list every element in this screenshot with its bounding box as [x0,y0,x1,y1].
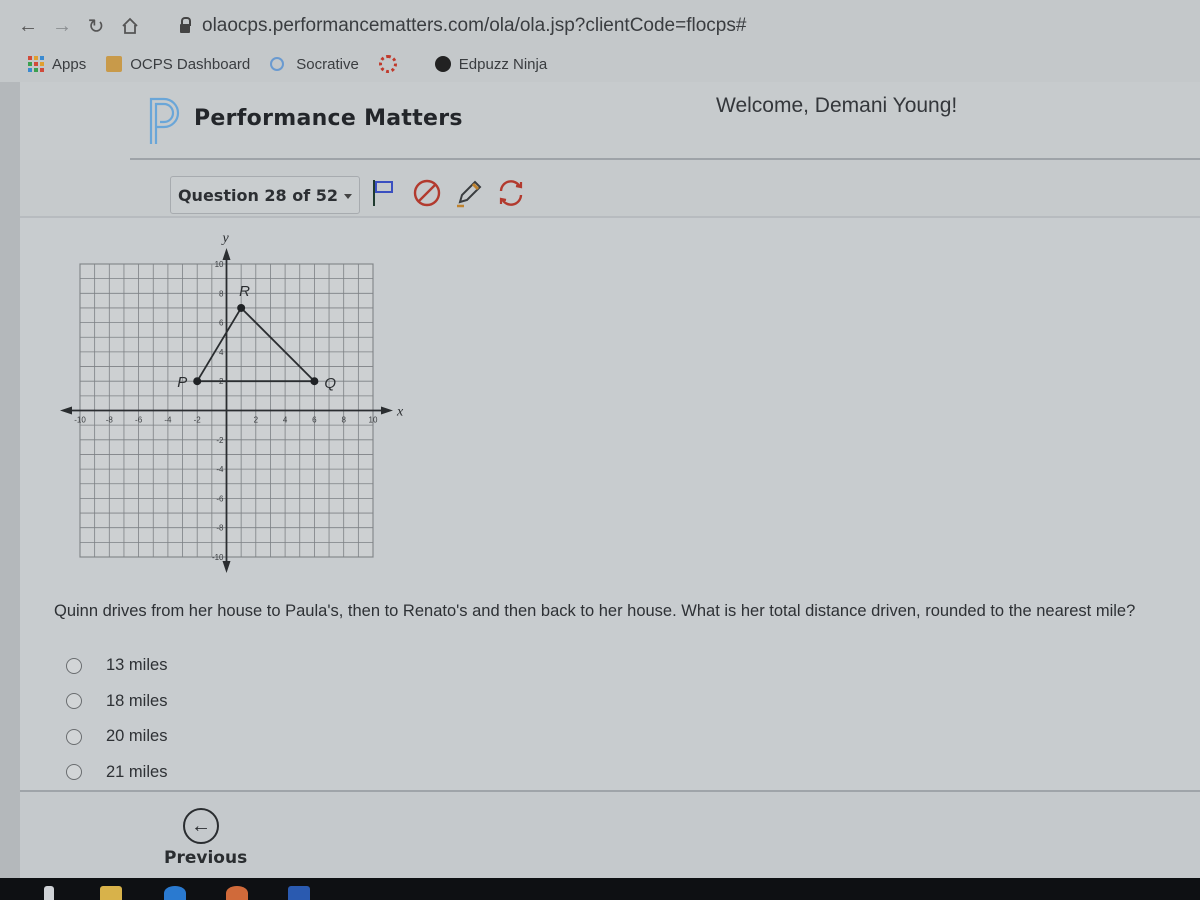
bookmark-label: Socrative [296,55,359,73]
choice-label: 21 miles [106,762,168,781]
y-tick-label: -4 [216,465,224,474]
welcome-message: Welcome, Demani Young! [716,94,958,117]
performance-matters-logo-icon [149,97,180,144]
radio-button[interactable] [66,657,82,674]
x-tick-label: -2 [194,416,202,425]
windows-start-icon[interactable] [44,886,54,900]
answer-choices: 13 miles 18 miles 20 miles 21 miles [66,648,167,790]
bookmark-label: Edpuzz Ninja [458,55,548,73]
home-icon [122,17,138,34]
caret-down-icon [344,193,353,199]
answer-choice[interactable]: 18 miles [66,684,167,720]
word-app-icon[interactable] [288,886,310,900]
x-axis-arrow-right [381,406,393,415]
brand-title: Performance Matters [194,106,463,131]
answer-choice[interactable]: 13 miles [66,648,167,684]
point-q [310,377,319,386]
address-bar[interactable]: olaocps.performancematters.com/ola/ola.j… [180,15,746,37]
radio-button[interactable] [66,728,82,745]
bookmark-apps[interactable]: Apps [28,56,86,73]
home-button[interactable] [116,12,144,40]
y-tick-label: 4 [219,348,224,357]
bookmarks-bar: Apps OCPS Dashboard Socrative Edpuzz Nin… [0,50,1200,78]
arrow-right-icon: → [52,14,72,37]
arrow-left-icon: ← [18,14,38,37]
reload-button[interactable]: ↻ [82,12,110,40]
point-r [237,303,246,312]
browser-chrome: ← → ↻ olaocps.performancematters.com/ola… [0,0,1200,82]
socrative-icon [270,57,285,71]
refresh-icon[interactable] [494,176,528,210]
browser-nav-row: ← → ↻ olaocps.performancematters.com/ola… [0,8,1200,44]
y-axis-arrow-up [222,248,231,260]
chrome-app-icon[interactable] [226,886,248,900]
reload-icon: ↻ [87,15,105,38]
coordinate-plane: xy-10-8-6-4-2246810108642-2-4-6-8-10PRQ [60,231,404,573]
y-tick-label: -2 [216,436,224,445]
bookmark-edpuzz-ninja[interactable]: Edpuzz Ninja [434,55,548,73]
radio-button[interactable] [66,764,82,781]
choice-label: 20 miles [106,727,168,746]
point-label-p: P [177,374,187,391]
y-tick-label: 8 [219,289,224,298]
question-text: Quinn drives from her house to Paula's, … [54,602,1136,620]
question-selector-label: Question 28 of 52 [177,185,339,205]
bookmark-ring-icon [378,55,397,73]
ocps-icon [106,56,123,72]
tool-icons [368,176,528,210]
y-tick-label: -10 [212,553,224,562]
x-tick-label: 10 [369,416,378,425]
y-tick-label: -8 [216,524,224,533]
x-tick-label: 4 [283,416,288,425]
answer-choice[interactable]: 21 miles [66,755,167,791]
y-tick-label: 10 [215,260,224,269]
bookmark-socrative[interactable]: Socrative [270,56,359,73]
x-tick-label: 6 [312,416,317,425]
answer-choice[interactable]: 20 miles [66,719,167,755]
x-axis-label: x [396,405,404,420]
bookmark-label: OCPS Dashboard [130,55,251,73]
x-tick-label: -8 [106,416,114,425]
browser-app-icon[interactable] [164,886,186,900]
x-tick-label: 2 [254,416,259,425]
x-tick-label: -4 [164,416,172,425]
previous-label: Previous [164,848,248,868]
point-label-r: R [239,283,250,300]
pencil-icon[interactable] [452,176,486,210]
point-label-q: Q [324,375,336,392]
y-axis-label: y [221,231,230,246]
point-p [193,377,202,386]
choice-label: 18 miles [106,691,168,710]
arrow-left-circle-icon: ← [183,808,219,844]
y-tick-label: -6 [216,494,224,503]
apps-grid-icon [28,56,44,72]
ninja-icon [434,56,451,72]
x-tick-label: -10 [74,416,86,425]
flag-icon[interactable] [368,176,402,210]
bookmark-label: Apps [52,55,87,73]
bookmark-unnamed[interactable] [378,55,415,73]
x-axis-arrow-left [60,406,72,415]
x-tick-label: -6 [135,416,143,425]
back-button[interactable]: ← [14,12,42,40]
screen-bezel [0,82,20,882]
previous-button[interactable]: ← Previous [164,808,248,872]
y-tick-label: 6 [219,319,224,328]
lock-icon [180,16,191,33]
bookmark-ocps-dashboard[interactable]: OCPS Dashboard [106,56,250,73]
file-explorer-icon[interactable] [100,886,122,900]
radio-button[interactable] [66,693,82,710]
eliminate-icon[interactable] [410,176,444,210]
choice-label: 13 miles [106,656,168,675]
forward-button[interactable]: → [48,12,76,40]
y-axis-arrow-down [222,561,231,573]
question-selector-dropdown[interactable]: Question 28 of 52 [170,176,360,214]
x-tick-label: 8 [341,416,346,425]
url-text: olaocps.performancematters.com/ola/ola.j… [202,15,747,36]
